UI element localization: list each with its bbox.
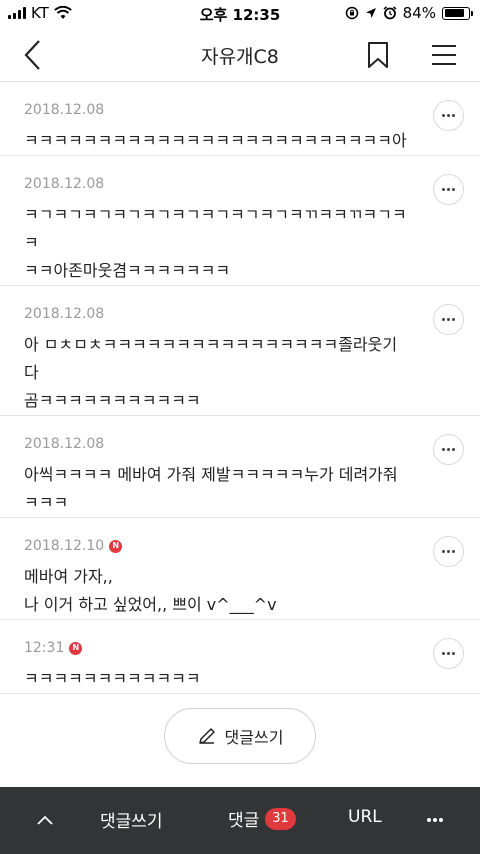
comment-item: 2018.12.10 N 메바여 가자,, 나 이거 하고 싶었어,, 쁘이 v… xyxy=(0,518,480,620)
more-dots-icon xyxy=(442,114,455,117)
comment-date: 2018.12.08 xyxy=(24,102,105,118)
comment-date: 2018.12.08 xyxy=(24,436,105,452)
comment-more-button[interactable] xyxy=(433,536,464,567)
rotation-lock-icon xyxy=(345,6,358,20)
battery-icon xyxy=(442,6,473,20)
comment-item: 2018.12.08 아씩ㅋㅋㅋㅋ 메바여 가줘 제발ㅋㅋㅋㅋㅋ누가 데려가줘 … xyxy=(0,416,480,518)
comment-text: 아 ㅁㅊㅁㅊㅋㅋㅋㅋㅋㅋㅋㅋㅋㅋㅋㅋㅋㅋㅋㅋ졸라웃기다 곰ㅋㅋㅋㅋㅋㅋㅋㅋㅋㅋㅋ xyxy=(24,335,398,410)
comment-text: ㅋㄱㅋㄱㅋㄱㅋㄱㅋㄱㅋㄱㅋㄱㅋㄱㅋㄱㅋㄲㅋㅋㄲㅋㄱㅋㅋ ㅋㅋ아존마웃겸ㅋㅋㅋㅋㅋ… xyxy=(24,205,407,280)
more-dots-icon xyxy=(427,818,443,822)
comment-more-button[interactable] xyxy=(433,304,464,335)
bookmark-icon xyxy=(368,42,388,68)
more-dots-icon xyxy=(442,550,455,553)
bookmark-button[interactable] xyxy=(360,36,396,74)
comment-more-button[interactable] xyxy=(433,174,464,205)
comment-more-button[interactable] xyxy=(433,434,464,465)
comment-text: ㅋㅋㅋㅋㅋㅋㅋㅋㅋㅋㅋㅋ xyxy=(24,669,201,688)
more-dots-icon xyxy=(442,652,455,655)
more-dots-icon xyxy=(442,448,455,451)
comment-date: 2018.12.08 xyxy=(24,176,105,192)
scroll-up-button[interactable] xyxy=(30,805,60,835)
comment-date-row: 2018.12.08 xyxy=(24,304,410,324)
bottom-write-button[interactable]: 댓글쓰기 xyxy=(100,807,163,832)
comment-more-button[interactable] xyxy=(433,638,464,669)
chevron-left-icon xyxy=(24,40,40,70)
back-button[interactable] xyxy=(14,36,52,74)
status-bar: KT 오후 12:35 84% xyxy=(0,0,480,28)
comment-date-row: 2018.12.08 xyxy=(24,434,410,454)
url-button[interactable]: URL xyxy=(348,807,382,827)
comment-date-row: 12:31 N xyxy=(24,638,410,658)
comment-text: ㅋㅋㅋㅋㅋㅋㅋㅋㅋㅋㅋㅋㅋㅋㅋㅋㅋㅋㅋㅋㅋㅋㅋㅋㅋ아 xyxy=(24,131,407,150)
comment-text: 메바여 가자,, 나 이거 하고 싶었어,, 쁘이 v^___^v xyxy=(24,567,277,614)
comment-date-row: 2018.12.08 xyxy=(24,174,410,194)
pencil-icon xyxy=(198,728,215,744)
new-badge: N xyxy=(109,539,123,553)
comment-item: 2018.12.08 아 ㅁㅊㅁㅊㅋㅋㅋㅋㅋㅋㅋㅋㅋㅋㅋㅋㅋㅋㅋㅋ졸라웃기다 곰… xyxy=(0,286,480,416)
alarm-icon xyxy=(383,6,397,20)
bottom-toolbar: 댓글쓰기 댓글 31 URL xyxy=(0,787,480,854)
bottom-more-button[interactable] xyxy=(420,805,450,835)
more-dots-icon xyxy=(442,318,455,321)
nav-bar: 자유개C8 xyxy=(0,28,480,82)
bottom-comments-label: 댓글 xyxy=(228,811,260,831)
comment-item: 12:31 N ㅋㅋㅋㅋㅋㅋㅋㅋㅋㅋㅋㅋ xyxy=(0,620,480,694)
comment-item: 2018.12.08 ㅋㅋㅋㅋㅋㅋㅋㅋㅋㅋㅋㅋㅋㅋㅋㅋㅋㅋㅋㅋㅋㅋㅋㅋㅋ아 xyxy=(0,82,480,156)
location-arrow-icon xyxy=(365,8,376,18)
hamburger-menu-icon xyxy=(432,45,456,65)
new-badge: N xyxy=(69,641,83,655)
comment-date: 2018.12.08 xyxy=(24,306,105,322)
comment-date-row: 2018.12.08 xyxy=(24,100,410,120)
battery-percent: 84% xyxy=(402,4,436,22)
comment-count-badge: 31 xyxy=(265,807,296,830)
comment-date-row: 2018.12.10 N xyxy=(24,536,410,556)
comment-date: 12:31 xyxy=(24,640,65,656)
write-comment-button[interactable]: 댓글쓰기 xyxy=(164,708,316,764)
bottom-comments-button[interactable]: 댓글 31 xyxy=(228,806,296,831)
comment-more-button[interactable] xyxy=(433,100,464,131)
comment-list: 2018.12.08 ㅋㅋㅋㅋㅋㅋㅋㅋㅋㅋㅋㅋㅋㅋㅋㅋㅋㅋㅋㅋㅋㅋㅋㅋㅋ아 20… xyxy=(0,82,480,694)
page-title: 자유개C8 xyxy=(201,46,279,68)
comment-date: 2018.12.10 xyxy=(24,538,105,554)
menu-button[interactable] xyxy=(425,36,463,74)
status-right: 84% xyxy=(345,4,473,22)
more-dots-icon xyxy=(442,188,455,191)
comment-text: 아씩ㅋㅋㅋㅋ 메바여 가줘 제발ㅋㅋㅋㅋㅋ누가 데려가줘 ㅋㅋㅋ xyxy=(24,465,398,512)
write-comment-label: 댓글쓰기 xyxy=(224,728,284,747)
battery-fill xyxy=(444,9,464,17)
chevron-up-icon xyxy=(37,815,53,825)
comment-item: 2018.12.08 ㅋㄱㅋㄱㅋㄱㅋㄱㅋㄱㅋㄱㅋㄱㅋㄱㅋㄱㅋㄲㅋㅋㄲㅋㄱㅋㅋ ㅋ… xyxy=(0,156,480,286)
